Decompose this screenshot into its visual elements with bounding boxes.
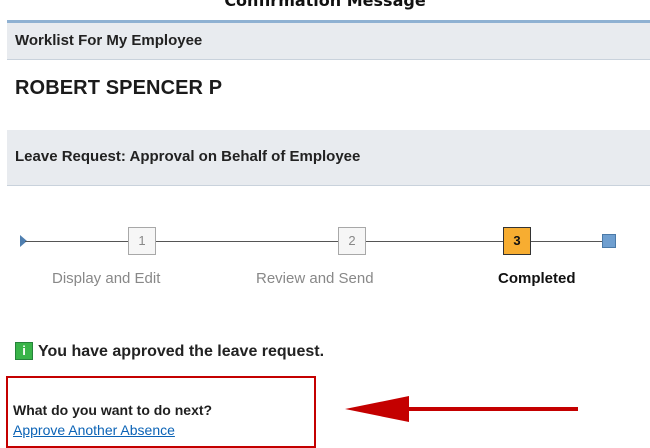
stepper-line bbox=[366, 241, 503, 242]
stepper-line bbox=[156, 241, 338, 242]
step-3-box-active: 3 bbox=[503, 227, 531, 255]
leave-request-title: Leave Request: Approval on Behalf of Emp… bbox=[15, 148, 361, 165]
stepper-line bbox=[531, 241, 602, 242]
next-action-callout: What do you want to do next? Approve Ano… bbox=[6, 376, 316, 448]
step-1-label: Display and Edit bbox=[52, 270, 161, 287]
employee-name: ROBERT SPENCER P bbox=[15, 77, 223, 99]
confirmation-message-text: You have approved the leave request. bbox=[38, 343, 325, 360]
worklist-title: Worklist For My Employee bbox=[15, 32, 203, 49]
confirmation-page: Confirmation Message Worklist For My Emp… bbox=[0, 0, 650, 448]
leave-request-header: Leave Request: Approval on Behalf of Emp… bbox=[7, 130, 650, 186]
stepper-line bbox=[25, 241, 128, 242]
info-icon: i bbox=[15, 342, 33, 360]
next-action-title: What do you want to do next? bbox=[13, 402, 213, 418]
approve-another-absence-link[interactable]: Approve Another Absence bbox=[13, 422, 175, 438]
progress-stepper: 1 2 3 Display and Edit Review and Send C… bbox=[20, 220, 630, 300]
step-3-label: Completed bbox=[498, 270, 576, 287]
red-arrow-left-icon bbox=[345, 396, 578, 422]
step-1-box: 1 bbox=[128, 227, 156, 255]
step-2-label: Review and Send bbox=[256, 270, 374, 287]
end-marker-icon bbox=[602, 234, 616, 248]
step-2-box: 2 bbox=[338, 227, 366, 255]
page-title: Confirmation Message bbox=[224, 0, 426, 10]
worklist-header: Worklist For My Employee bbox=[7, 20, 650, 60]
confirmation-message: i You have approved the leave request. bbox=[15, 342, 324, 362]
